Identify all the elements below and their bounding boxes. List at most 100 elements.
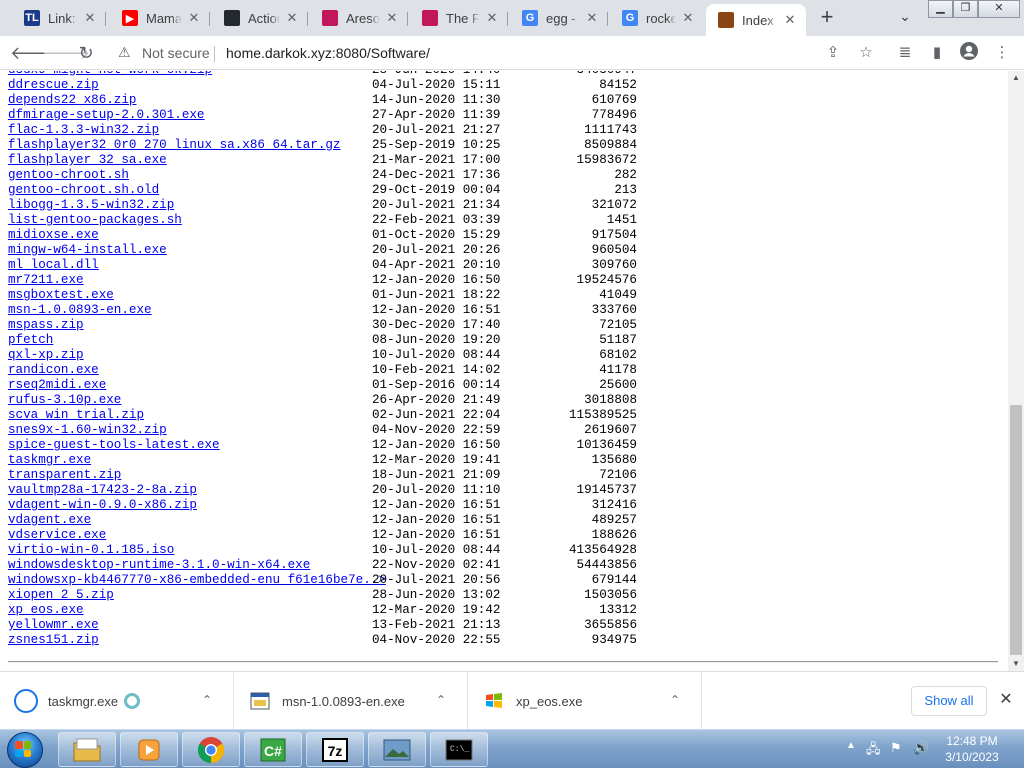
new-tab-button[interactable]: + — [814, 6, 840, 30]
file-size: 51187 — [599, 333, 637, 347]
file-link[interactable]: flashplayer_32_sa.exe — [8, 153, 167, 168]
file-link[interactable]: rseq2midi.exe — [8, 378, 106, 393]
file-link[interactable]: mingw-w64-install.exe — [8, 243, 167, 258]
tab-2[interactable]: ▶ Mama ✕ — [110, 4, 210, 32]
tab-search-chevron-icon[interactable]: ⌄ — [893, 8, 917, 28]
file-link[interactable]: vdservice.exe — [8, 528, 106, 543]
volume-icon[interactable]: 🔊 — [913, 740, 929, 756]
file-size: 54443856 — [576, 558, 637, 572]
photo-viewer-icon[interactable] — [368, 732, 426, 767]
file-link[interactable]: taskmgr.exe — [8, 453, 91, 468]
taskbar-clock[interactable]: 12:48 PM 3/10/2023 — [932, 733, 1012, 765]
close-tab-icon[interactable]: ✕ — [782, 12, 798, 28]
file-link[interactable]: ddrescue.zip — [8, 78, 99, 93]
download-item-msn[interactable]: msn-1.0.0893-en.exe ⌃ — [234, 672, 468, 730]
tab-7[interactable]: Grocker✕ — [610, 4, 704, 32]
tab-8[interactable]: Index ✕ — [706, 4, 806, 36]
file-link[interactable]: flashplayer32_0r0_270_linux_sa.x86_64.ta… — [8, 138, 341, 153]
url-text[interactable]: home.darkok.xyz:8080/Software/ — [226, 45, 430, 61]
start-button[interactable] — [4, 731, 48, 768]
file-link[interactable]: vaultmp28a-17423-2-8a.zip — [8, 483, 197, 498]
forward-button[interactable]: 🡒 — [42, 41, 90, 65]
close-tab-icon[interactable]: ✕ — [680, 10, 696, 26]
file-link[interactable]: vdagent.exe — [8, 513, 91, 528]
action-center-flag-icon[interactable]: ⚑ — [890, 740, 902, 756]
csharp-icon[interactable]: C# — [244, 732, 302, 767]
side-panel-icon[interactable]: ▮ — [925, 41, 949, 65]
show-hidden-icons-arrow-icon[interactable]: ▲ — [846, 740, 856, 751]
file-link[interactable]: windowsxp-kb4467770-x86-embedded-enu_f61… — [8, 573, 386, 588]
media-player-icon[interactable] — [120, 732, 178, 767]
file-link[interactable]: transparent.zip — [8, 468, 121, 483]
tab-4[interactable]: Areson✕ — [310, 4, 408, 32]
file-link[interactable]: windowsdesktop-runtime-3.1.0-win-x64.exe — [8, 558, 310, 573]
file-link[interactable]: depends22_x86.zip — [8, 93, 136, 108]
file-link[interactable]: mr7211.exe — [8, 273, 84, 288]
tab-5[interactable]: The Fi ✕ — [410, 4, 508, 32]
reload-button[interactable]: ↻ — [74, 41, 98, 65]
file-link[interactable]: libogg-1.3.5-win32.zip — [8, 198, 174, 213]
file-link[interactable]: xiopen_2_5.zip — [8, 588, 114, 603]
file-link[interactable]: zsnes151.zip — [8, 633, 99, 648]
scroll-down-arrow-icon[interactable]: ▼ — [1008, 657, 1024, 671]
file-link[interactable]: randicon.exe — [8, 363, 99, 378]
explorer-icon[interactable] — [58, 732, 116, 767]
7zip-icon[interactable]: 7z — [306, 732, 364, 767]
minimize-button[interactable]: ▁ — [928, 0, 953, 18]
file-link[interactable]: d3dx9-might-not-work-ok.zip — [8, 71, 212, 78]
file-link[interactable]: gentoo-chroot.sh — [8, 168, 129, 183]
close-shelf-icon[interactable]: ✕ — [996, 690, 1016, 710]
file-link[interactable]: rufus-3.10p.exe — [8, 393, 121, 408]
file-link[interactable]: ml_local.dll — [8, 258, 99, 273]
file-link[interactable]: virtio-win-0.1.185.iso — [8, 543, 174, 558]
file-link[interactable]: midioxse.exe — [8, 228, 99, 243]
file-link[interactable]: xp_eos.exe — [8, 603, 84, 618]
chevron-up-icon[interactable]: ⌃ — [199, 692, 215, 708]
show-all-downloads-button[interactable]: Show all — [911, 686, 987, 716]
file-link[interactable]: flac-1.3.3-win32.zip — [8, 123, 159, 138]
close-tab-icon[interactable]: ✕ — [384, 10, 400, 26]
close-tab-icon[interactable]: ✕ — [186, 10, 202, 26]
file-link[interactable]: snes9x-1.60-win32.zip — [8, 423, 167, 438]
menu-kebab-icon[interactable]: ⋮ — [990, 41, 1014, 65]
file-link[interactable]: msn-1.0.0893-en.exe — [8, 303, 152, 318]
close-tab-icon[interactable]: ✕ — [584, 10, 600, 26]
security-label[interactable]: Not secure — [142, 45, 210, 61]
file-link[interactable]: gentoo-chroot.sh.old — [8, 183, 159, 198]
download-item-xp-eos[interactable]: xp_eos.exe ⌃ — [468, 672, 702, 730]
close-tab-icon[interactable]: ✕ — [484, 10, 500, 26]
share-icon[interactable]: ⇪ — [823, 43, 843, 63]
chevron-up-icon[interactable]: ⌃ — [667, 692, 683, 708]
file-link[interactable]: msgboxtest.exe — [8, 288, 114, 303]
back-button[interactable]: 🡐 — [10, 41, 58, 65]
warning-icon[interactable]: ⚠ — [118, 44, 131, 61]
cmd-icon[interactable]: C:\_ — [430, 732, 488, 767]
restore-button[interactable]: ❐ — [953, 0, 978, 18]
tab-6[interactable]: Gegg - ✕ — [510, 4, 608, 32]
file-link[interactable]: mspass.zip — [8, 318, 84, 333]
scroll-up-arrow-icon[interactable]: ▲ — [1008, 71, 1024, 85]
tab-1[interactable]: TL Link: Ti✕ — [12, 4, 106, 32]
bookmark-star-icon[interactable]: ☆ — [856, 43, 876, 63]
file-link[interactable]: list-gentoo-packages.sh — [8, 213, 182, 228]
scrollbar-thumb[interactable] — [1010, 405, 1022, 655]
file-link[interactable]: dfmirage-setup-2.0.301.exe — [8, 108, 205, 123]
profile-avatar-icon[interactable] — [957, 41, 981, 65]
address-bar[interactable]: ⚠ Not secure home.darkok.xyz:8080/Softwa… — [106, 39, 886, 67]
file-link[interactable]: vdagent-win-0.9.0-x86.zip — [8, 498, 197, 513]
close-tab-icon[interactable]: ✕ — [82, 10, 98, 26]
file-link[interactable]: scva_win_trial.zip — [8, 408, 144, 423]
tab-3[interactable]: Action✕ — [212, 4, 308, 32]
chevron-up-icon[interactable]: ⌃ — [433, 692, 449, 708]
media-control-icon[interactable]: ≣ — [893, 41, 917, 65]
chrome-icon[interactable] — [182, 732, 240, 767]
download-item-taskmgr[interactable]: taskmgr.exe ⌃ — [0, 672, 234, 730]
network-icon[interactable]: 🖧 — [866, 740, 881, 762]
file-link[interactable]: spice-guest-tools-latest.exe — [8, 438, 220, 453]
close-tab-icon[interactable]: ✕ — [284, 10, 300, 26]
file-link[interactable]: pfetch — [8, 333, 53, 348]
file-link[interactable]: qxl-xp.zip — [8, 348, 84, 363]
file-link[interactable]: yellowmr.exe — [8, 618, 99, 633]
vertical-scrollbar[interactable]: ▲ ▼ — [1008, 71, 1024, 671]
close-window-button[interactable]: ✕ — [978, 0, 1020, 18]
